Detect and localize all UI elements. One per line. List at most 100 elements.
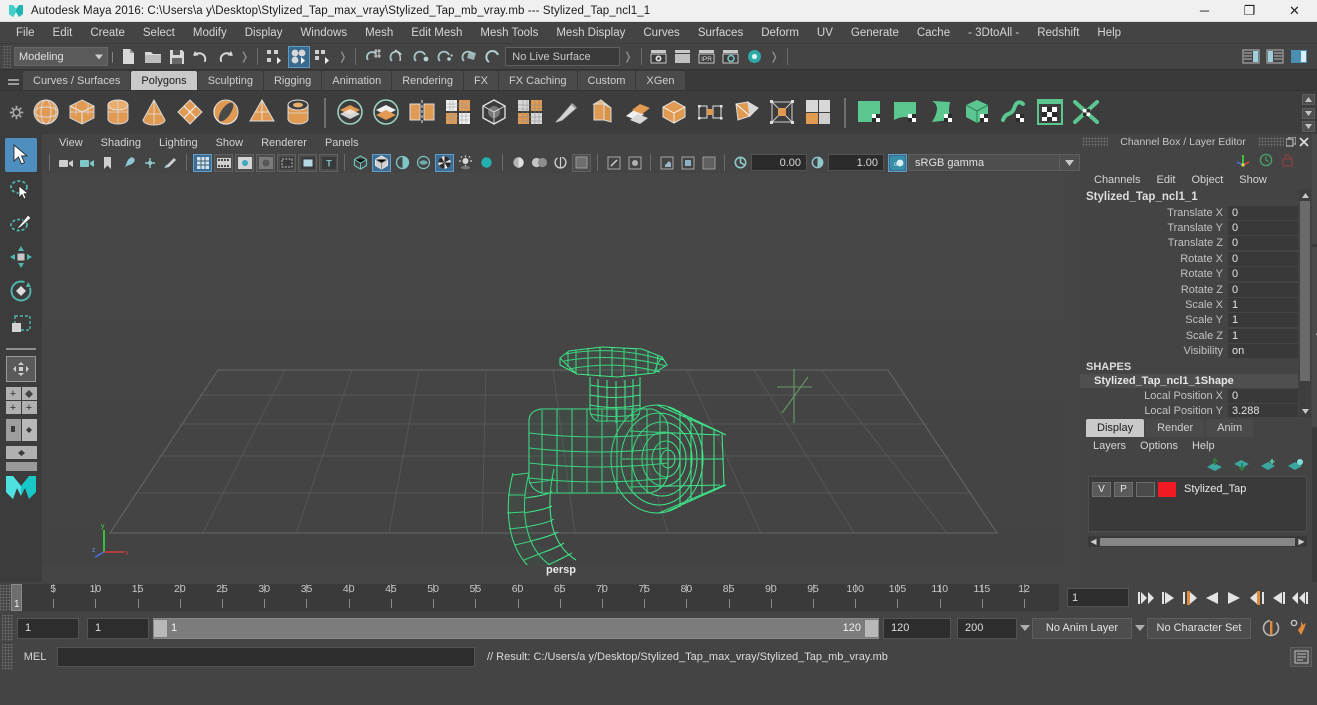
anim-layer-dropdown-arrow[interactable]: [1017, 625, 1032, 631]
snap-to-projected-center-icon[interactable]: [434, 46, 456, 68]
step-forward-keyframe-icon[interactable]: [1268, 587, 1288, 608]
shelf-tab-fx[interactable]: FX: [463, 71, 499, 90]
menu-item-mesh-display[interactable]: Mesh Display: [547, 25, 634, 41]
grab-viewport-icon[interactable]: [657, 154, 676, 172]
poly-plane-icon[interactable]: [174, 96, 208, 130]
target-weld-icon[interactable]: [766, 96, 800, 130]
channelbox-menu-channels[interactable]: Channels: [1086, 174, 1148, 186]
tab-display-layers[interactable]: Display: [1086, 419, 1145, 437]
uv-unfold-icon[interactable]: [998, 96, 1032, 130]
depth-peel-icon[interactable]: [551, 154, 570, 172]
minimize-button[interactable]: ─: [1182, 0, 1227, 22]
menu-item-generate[interactable]: Generate: [842, 25, 908, 41]
channelbox-shape-name[interactable]: Stylized_Tap_ncl1_1Shape: [1080, 373, 1298, 388]
collapse-arrow-4[interactable]: ❭: [767, 50, 782, 63]
shelf-tab-curves-surfaces[interactable]: Curves / Surfaces: [23, 71, 131, 90]
collapse-arrow-right[interactable]: ❭: [237, 50, 252, 63]
shelf-scroll-menu-icon[interactable]: [1302, 121, 1315, 132]
channel-row-rotate-y[interactable]: Rotate Y 0: [1080, 267, 1312, 282]
channel-row-local-position-y[interactable]: Local Position Y 3.288: [1080, 403, 1312, 417]
channel-value[interactable]: 0: [1228, 205, 1298, 220]
channelbox-menu-edit[interactable]: Edit: [1148, 174, 1183, 186]
menu-item-3dtoall[interactable]: - 3DtoAll -: [959, 25, 1028, 41]
exposure-value-field[interactable]: 0.00: [751, 154, 807, 171]
panel-undock-icon[interactable]: [1284, 135, 1297, 148]
smooth-shading-icon[interactable]: [372, 153, 391, 172]
sculpt-tool-icon[interactable]: [550, 96, 584, 130]
paint-select-tool[interactable]: [5, 206, 37, 240]
channel-row-scale-y[interactable]: Scale Y 1: [1080, 313, 1312, 328]
undo-icon[interactable]: [190, 46, 212, 68]
gamma-icon[interactable]: [808, 154, 827, 172]
uv-automatic-icon[interactable]: [962, 96, 996, 130]
menu-item-modify[interactable]: Modify: [184, 25, 236, 41]
render-current-frame-icon[interactable]: [648, 46, 670, 68]
channel-box-content[interactable]: Stylized_Tap_ncl1_1 Translate X 0 Transl…: [1080, 189, 1312, 417]
snap-to-grid-icon[interactable]: [362, 46, 384, 68]
channel-row-visibility[interactable]: Visibility on: [1080, 344, 1312, 359]
bridge-icon[interactable]: [694, 96, 728, 130]
scroll-down-icon[interactable]: [1299, 405, 1311, 417]
menu-item-file[interactable]: File: [7, 25, 44, 41]
lasso-select-tool[interactable]: [5, 172, 37, 206]
shelf-tab-animation[interactable]: Animation: [322, 71, 392, 90]
menu-set-dropdown[interactable]: Modeling: [14, 47, 108, 66]
snapshot-icon[interactable]: [678, 154, 697, 172]
menu-item-curves[interactable]: Curves: [634, 25, 688, 41]
grid-toggle-icon[interactable]: [193, 153, 212, 172]
command-input[interactable]: [57, 647, 475, 667]
motion-blur-icon[interactable]: [509, 154, 528, 172]
shelf-tab-rendering[interactable]: Rendering: [392, 71, 463, 90]
step-back-frame-icon[interactable]: [1180, 587, 1200, 608]
color-profile-field[interactable]: sRGB gamma: [908, 154, 1060, 171]
layer-menu-layers[interactable]: Layers: [1086, 440, 1133, 452]
tab-render-layers[interactable]: Render: [1146, 419, 1205, 437]
viewport-menu-view[interactable]: View: [50, 137, 92, 149]
range-slider[interactable]: 1 120: [153, 617, 879, 639]
select-by-component-icon[interactable]: [312, 46, 334, 68]
lighting-all-icon[interactable]: [435, 153, 454, 172]
channelbox-menu-show[interactable]: Show: [1231, 174, 1275, 186]
shadows-icon[interactable]: [456, 154, 475, 172]
channel-value[interactable]: 3.288: [1228, 403, 1298, 417]
viewport-menu-renderer[interactable]: Renderer: [252, 137, 316, 149]
append-polygon-icon[interactable]: [730, 96, 764, 130]
current-frame-field[interactable]: 1: [1067, 588, 1129, 607]
play-backwards-icon[interactable]: [1202, 587, 1222, 608]
snap-to-point-icon[interactable]: [410, 46, 432, 68]
poly-cone-icon[interactable]: [138, 96, 172, 130]
two-pane-layout-icon[interactable]: [5, 419, 37, 441]
layer-scrollbar-thumb[interactable]: [1100, 537, 1295, 546]
uv-spherical-icon[interactable]: [926, 96, 960, 130]
field-chart-icon[interactable]: [277, 153, 296, 172]
channel-value[interactable]: 1: [1228, 313, 1298, 328]
select-tool[interactable]: [5, 138, 37, 172]
layer-menu-options[interactable]: Options: [1133, 440, 1185, 452]
viewport-menu-panels[interactable]: Panels: [316, 137, 368, 149]
side-tab-attribute-editor[interactable]: Attribute Editor: [1312, 134, 1317, 244]
range-end-handle[interactable]: [865, 619, 878, 637]
shelf-tab-rigging[interactable]: Rigging: [263, 71, 322, 90]
menu-item-edit-mesh[interactable]: Edit Mesh: [402, 25, 471, 41]
shelf-scroll-down-icon[interactable]: [1302, 107, 1315, 119]
2d-pan-zoom-icon[interactable]: [140, 154, 159, 172]
wireframe-shading-icon[interactable]: [351, 154, 370, 172]
command-line-grip[interactable]: [2, 644, 13, 670]
shelf-tab-sculpting[interactable]: Sculpting: [197, 71, 263, 90]
menu-item-create[interactable]: Create: [81, 25, 134, 41]
sidebar-channel-box-icon[interactable]: [1288, 46, 1310, 68]
poly-cube-icon[interactable]: [66, 96, 100, 130]
channel-value[interactable]: 0: [1228, 282, 1298, 297]
shelf-tab-fx-caching[interactable]: FX Caching: [499, 71, 577, 90]
channel-clock-icon[interactable]: [1259, 153, 1273, 167]
channel-row-translate-x[interactable]: Translate X 0: [1080, 205, 1312, 220]
channel-row-local-position-x[interactable]: Local Position X 0: [1080, 388, 1312, 403]
uv-editor-icon[interactable]: [1034, 96, 1068, 130]
shelf-tab-xgen[interactable]: XGen: [636, 71, 685, 90]
resolution-gate-icon[interactable]: [235, 153, 254, 172]
collapse-arrow-2[interactable]: ❭: [335, 50, 350, 63]
textured-shading-icon[interactable]: [414, 154, 433, 172]
shelf-scroll-up-icon[interactable]: [1302, 94, 1315, 105]
statusline-grip[interactable]: [2, 45, 11, 68]
select-by-object-icon[interactable]: [288, 45, 311, 68]
